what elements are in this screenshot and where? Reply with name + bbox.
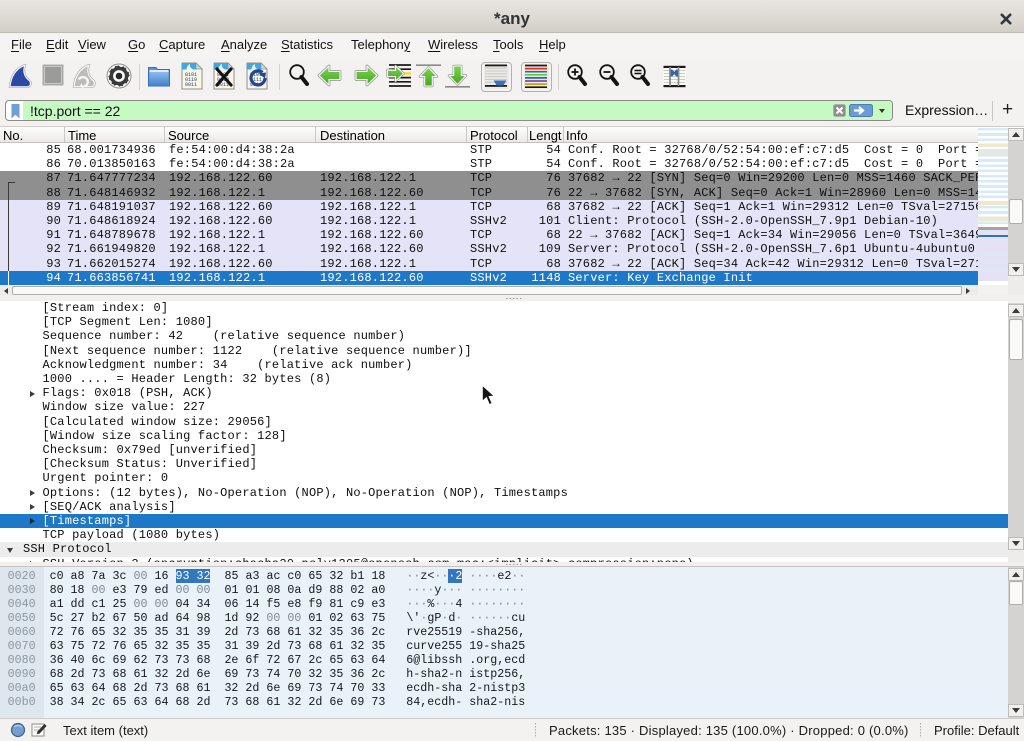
- svg-text:0011: 0011: [185, 82, 197, 88]
